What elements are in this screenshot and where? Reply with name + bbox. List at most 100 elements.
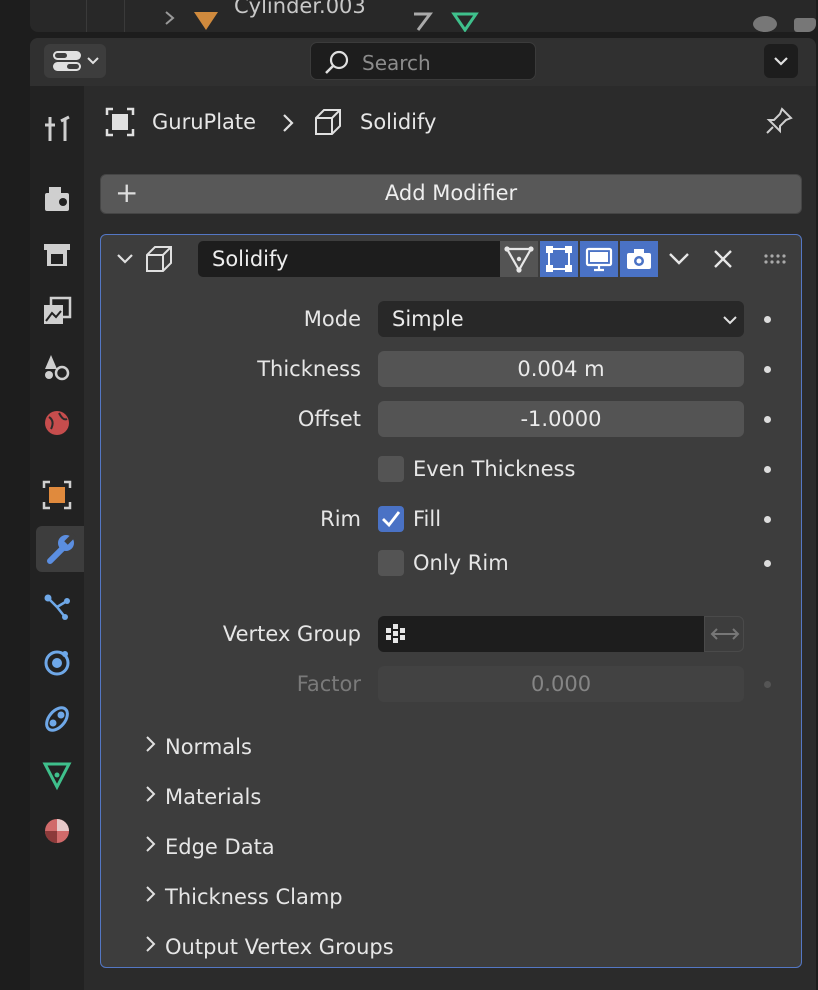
scene-icon — [45, 355, 70, 381]
outliner-divider — [86, 0, 87, 32]
vertex-group-field[interactable] — [378, 616, 704, 652]
outliner-item-label[interactable]: Cylinder.003 — [234, 0, 366, 18]
chevron-down-icon — [87, 57, 99, 65]
animate-property-dot[interactable] — [764, 316, 771, 323]
even-thickness-checkbox[interactable] — [378, 456, 404, 482]
pin-icon[interactable] — [764, 106, 794, 136]
visibility-eye-icon[interactable] — [750, 12, 780, 32]
thickness-value: 0.004 m — [517, 357, 605, 381]
close-icon — [714, 250, 732, 268]
mesh-data-icon — [451, 12, 479, 32]
tab-view-layer[interactable] — [36, 288, 78, 334]
tab-material[interactable] — [36, 808, 78, 854]
tab-output[interactable] — [36, 232, 78, 278]
only-rim-checkbox[interactable] — [378, 550, 404, 576]
tab-physics[interactable] — [36, 640, 78, 686]
even-thickness-label: Even Thickness — [413, 457, 576, 481]
expand-arrow-icon[interactable] — [160, 8, 180, 28]
render-camera-icon[interactable] — [790, 12, 816, 32]
subpanel-normals[interactable]: Normals — [141, 734, 252, 759]
options-dropdown-button[interactable] — [764, 44, 798, 78]
factor-label: Factor — [296, 672, 361, 696]
tab-tool[interactable] — [36, 106, 78, 152]
offset-value: -1.0000 — [520, 407, 602, 431]
modifier-extras-dropdown[interactable] — [660, 241, 698, 277]
edit-cage-icon — [504, 246, 534, 273]
mode-label: Mode — [303, 307, 361, 331]
edit-mode-icon — [546, 246, 572, 272]
properties-editor: Search GuruPlate Solidify + Add Modifier… — [30, 38, 816, 990]
tab-scene[interactable] — [36, 344, 78, 390]
chevron-down-icon — [669, 253, 689, 265]
tab-world[interactable] — [36, 400, 78, 446]
tab-particles[interactable] — [36, 584, 78, 630]
camera-icon — [627, 249, 651, 269]
wrench-icon — [47, 533, 76, 564]
edit-cage-toggle[interactable] — [500, 241, 538, 277]
animate-property-dot — [764, 681, 771, 688]
animate-property-dot[interactable] — [764, 516, 771, 523]
rim-fill-checkbox[interactable] — [378, 506, 404, 532]
subpanel-label: Thickness Clamp — [165, 885, 343, 909]
modifier-context: GuruPlate Solidify + Add Modifier Solidi… — [84, 86, 816, 990]
animate-property-dot[interactable] — [764, 366, 771, 373]
tab-modifiers[interactable] — [36, 526, 84, 572]
add-modifier-button[interactable]: + Add Modifier — [100, 174, 802, 214]
breadcrumb-modifier: Solidify — [360, 110, 437, 134]
object-icon — [105, 107, 135, 137]
subpanel-thickness-clamp[interactable]: Thickness Clamp — [141, 884, 343, 909]
world-globe-icon — [45, 411, 69, 435]
vertex-group-icon — [386, 624, 405, 643]
factor-field[interactable]: 0.000 — [378, 666, 744, 702]
checkmark-icon — [382, 511, 401, 528]
remove-modifier-button[interactable] — [704, 241, 742, 277]
subpanel-output-vertex-groups[interactable]: Output Vertex Groups — [141, 934, 394, 959]
properties-tabs — [30, 86, 84, 990]
mesh-object-icon — [194, 12, 218, 30]
tab-data[interactable] — [36, 752, 78, 798]
tab-constraints[interactable] — [36, 696, 78, 742]
search-field[interactable]: Search — [310, 42, 536, 80]
subpanel-edge-data[interactable]: Edge Data — [141, 834, 275, 859]
editor-header: Search — [30, 38, 816, 86]
vertex-group-label: Vertex Group — [222, 622, 361, 646]
mode-dropdown[interactable]: Simple — [378, 301, 744, 337]
render-toggle[interactable] — [620, 241, 658, 277]
render-icon — [45, 187, 69, 211]
chevron-right-icon — [283, 114, 294, 132]
solidify-modifier-icon — [146, 246, 172, 272]
realtime-viewport-toggle[interactable] — [580, 241, 618, 277]
outliner-divider — [124, 0, 125, 32]
tab-object[interactable] — [36, 472, 78, 518]
chevron-right-icon — [146, 736, 156, 752]
collapse-chevron-icon[interactable] — [115, 251, 135, 267]
tool-icon — [45, 115, 70, 141]
subpanel-label: Edge Data — [165, 835, 275, 859]
only-rim-label: Only Rim — [413, 551, 509, 575]
chevron-right-icon — [146, 886, 156, 902]
drag-handle-icon[interactable] — [763, 253, 789, 265]
outliner-strip: Cylinder.003 — [30, 0, 816, 32]
invert-vertex-group-toggle[interactable] — [704, 616, 744, 652]
modifier-name-text: Solidify — [212, 247, 289, 271]
thickness-label: Thickness — [257, 357, 361, 381]
subpanel-materials[interactable]: Materials — [141, 784, 261, 809]
subpanel-label: Materials — [165, 785, 262, 809]
physics-icon — [44, 650, 70, 676]
animate-property-dot[interactable] — [764, 466, 771, 473]
edit-mode-toggle[interactable] — [540, 241, 578, 277]
particles-icon — [44, 594, 70, 620]
constraints-icon — [45, 706, 69, 732]
invert-arrows-icon — [710, 628, 740, 640]
animate-property-dot[interactable] — [764, 416, 771, 423]
chevron-down-icon — [723, 316, 737, 325]
thickness-field[interactable]: 0.004 m — [378, 351, 744, 387]
chevron-right-icon — [146, 786, 156, 802]
modifier-name-field[interactable]: Solidify — [198, 241, 500, 277]
factor-value: 0.000 — [530, 672, 592, 696]
editor-type-menu[interactable] — [44, 44, 106, 78]
tab-render[interactable] — [36, 176, 78, 222]
search-placeholder: Search — [362, 51, 431, 75]
animate-property-dot[interactable] — [764, 560, 771, 567]
offset-field[interactable]: -1.0000 — [378, 401, 744, 437]
